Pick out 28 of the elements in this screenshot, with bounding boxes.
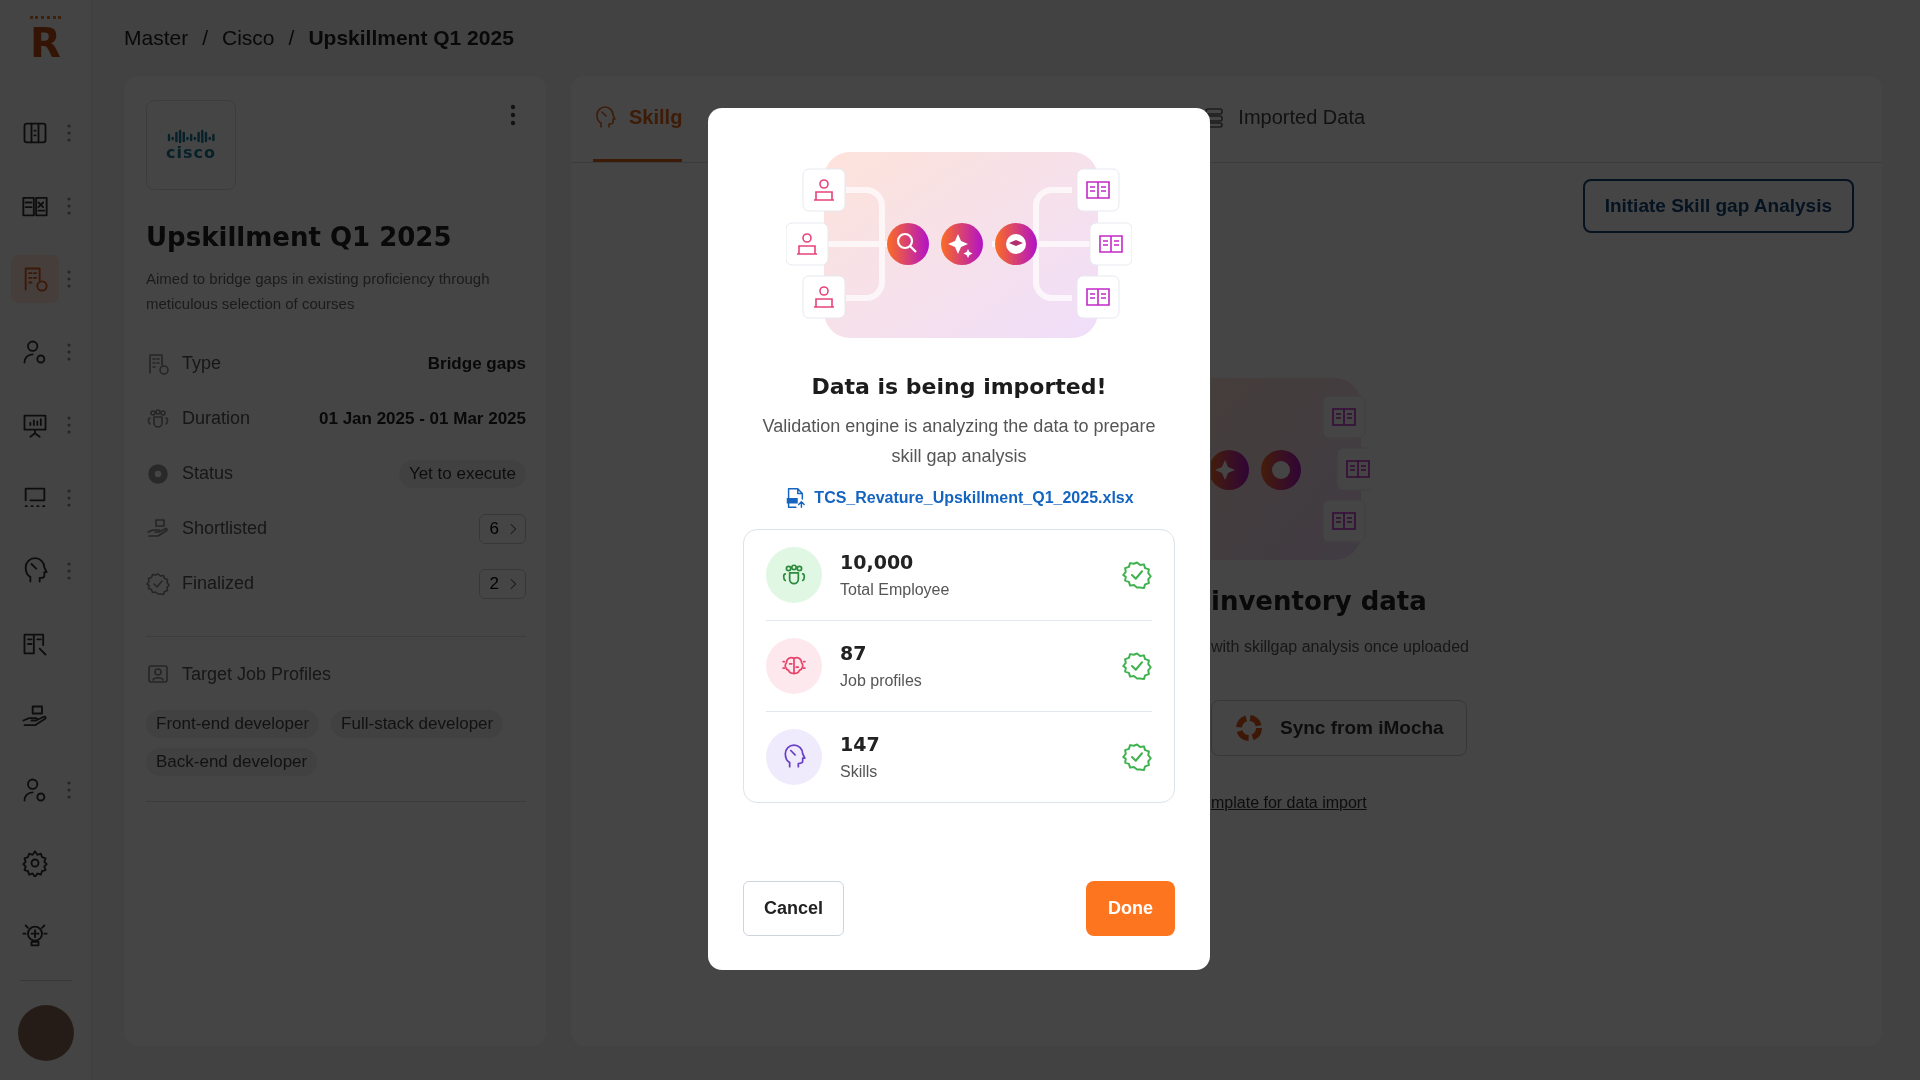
- program-title: Upskillment Q1 2025: [146, 222, 453, 252]
- verified-check-icon: [1122, 651, 1152, 681]
- spreadsheet-file-icon: [784, 487, 807, 509]
- breadcrumb-item: Upskillment Q1 2025: [308, 26, 514, 50]
- app-logo: R: [30, 16, 61, 65]
- stat-value: 87: [840, 642, 868, 664]
- template-link[interactable]: mplate for data import: [1211, 794, 1367, 812]
- breadcrumb-separator: /: [288, 26, 295, 50]
- dialog-title: Data is being imported!: [811, 374, 1107, 399]
- detail-value: 01 Jan 2025 - 01 Mar 2025: [319, 408, 526, 429]
- breadcrumb-separator: /: [202, 26, 209, 50]
- done-button[interactable]: Done: [1086, 881, 1175, 936]
- stat-label: Skills: [840, 763, 879, 781]
- breadcrumb-item[interactable]: Master: [124, 26, 189, 50]
- breadcrumb-item[interactable]: Cisco: [222, 26, 275, 50]
- file-link[interactable]: TCS_Revature_Upskillment_Q1_2025.xlsx: [784, 487, 1134, 509]
- dialog-description: Validation engine is analyzing the data to prepare skill gap analysis: [761, 415, 1157, 468]
- stat-value: 147: [840, 733, 881, 755]
- stat-label: Total Employee: [840, 581, 951, 599]
- cancel-button[interactable]: Cancel: [743, 881, 845, 936]
- tab[interactable]: Skillg: [593, 76, 683, 162]
- head-icon: [781, 744, 807, 770]
- stat-label: Job profiles: [840, 672, 923, 690]
- verified-check-icon: [1122, 742, 1152, 772]
- detail-value: Bridge gaps: [427, 353, 526, 374]
- verified-check-icon: [1122, 560, 1152, 590]
- empty-state-title: inventory data: [1211, 586, 1427, 616]
- stat-value: 10,000: [840, 551, 915, 573]
